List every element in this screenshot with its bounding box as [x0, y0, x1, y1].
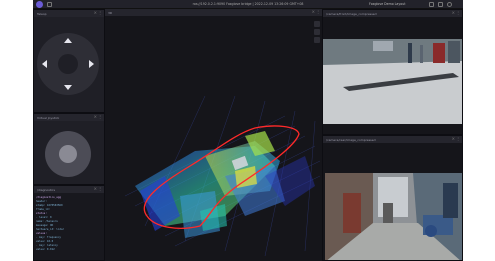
joystick-knob[interactable]	[59, 145, 77, 163]
close-icon[interactable]: ×	[94, 11, 97, 15]
app-logo-icon[interactable]	[36, 1, 43, 8]
dpad-center	[58, 54, 78, 74]
arrow-up-button[interactable]	[64, 38, 72, 43]
foxglove-app: ros://192.0.2.1:9090 Foxglove bridge | 2…	[33, 0, 463, 261]
add-panel-icon[interactable]	[429, 2, 434, 7]
layout-icon[interactable]	[47, 2, 52, 7]
user-avatar[interactable]	[447, 2, 452, 7]
joystick-base[interactable]	[45, 131, 91, 177]
rear-camera-image	[323, 143, 462, 260]
panel-header: Virtual Joystick × ⋮	[34, 114, 104, 121]
3d-panel[interactable]: 3D × ⋮	[105, 9, 322, 261]
panel-menu-icon[interactable]: ⋮	[98, 115, 102, 119]
arrow-left-button[interactable]	[42, 60, 47, 68]
connection-title: ros://192.0.2.1:9090 Foxglove bridge | 2…	[192, 2, 304, 6]
measure-icon[interactable]	[314, 37, 320, 43]
point-cloud-view[interactable]	[105, 16, 322, 261]
arrow-down-button[interactable]	[64, 85, 72, 90]
close-icon[interactable]: ×	[452, 137, 455, 141]
title-bar: ros://192.0.2.1:9090 Foxglove bridge | 2…	[33, 0, 463, 9]
panel-title: /camera/front/image_compressed	[326, 11, 377, 16]
arrow-right-button[interactable]	[89, 60, 94, 68]
panel-header: /camera/front/image_compressed × ⋮	[323, 10, 462, 17]
close-icon[interactable]: ×	[312, 10, 315, 14]
view-toolbar	[314, 21, 320, 45]
panel-title: /camera/rear/image_compressed	[326, 137, 376, 142]
teleop-dpad	[37, 33, 99, 95]
orbit-icon[interactable]	[314, 21, 320, 27]
diagnostics-list: /diagnostics_agg header: stamp: 16705635…	[36, 196, 102, 252]
panel-menu-icon[interactable]: ⋮	[98, 11, 102, 15]
close-icon[interactable]: ×	[94, 115, 97, 119]
panel-menu-icon[interactable]: ⋮	[316, 10, 320, 14]
camera-rear-panel: /camera/rear/image_compressed × ⋮	[322, 135, 463, 261]
panel-title: Virtual Joystick	[37, 115, 60, 120]
close-icon[interactable]: ×	[452, 11, 455, 15]
panel-title: Teleop	[37, 11, 47, 16]
panel-header: 3D × ⋮	[105, 9, 322, 16]
panel-menu-icon[interactable]: ⋮	[98, 187, 102, 191]
panel-title: /diagnostics	[37, 187, 56, 192]
front-camera-image	[323, 17, 462, 134]
camera-front-panel: /camera/front/image_compressed × ⋮	[322, 9, 463, 135]
settings-icon[interactable]	[438, 2, 443, 7]
panel-menu-icon[interactable]: ⋮	[456, 137, 460, 141]
panel-header: /diagnostics × ⋮	[34, 186, 104, 193]
panel-header: Teleop × ⋮	[34, 10, 104, 17]
panel-title: 3D	[108, 10, 113, 15]
diag-line: value: 0.012	[36, 248, 55, 251]
close-icon[interactable]: ×	[94, 187, 97, 191]
panel-menu-icon[interactable]: ⋮	[456, 11, 460, 15]
panel-header: /camera/rear/image_compressed × ⋮	[323, 136, 462, 143]
follow-icon[interactable]	[314, 29, 320, 35]
layout-selector[interactable]: Foxglove Demo Layout	[369, 2, 406, 6]
